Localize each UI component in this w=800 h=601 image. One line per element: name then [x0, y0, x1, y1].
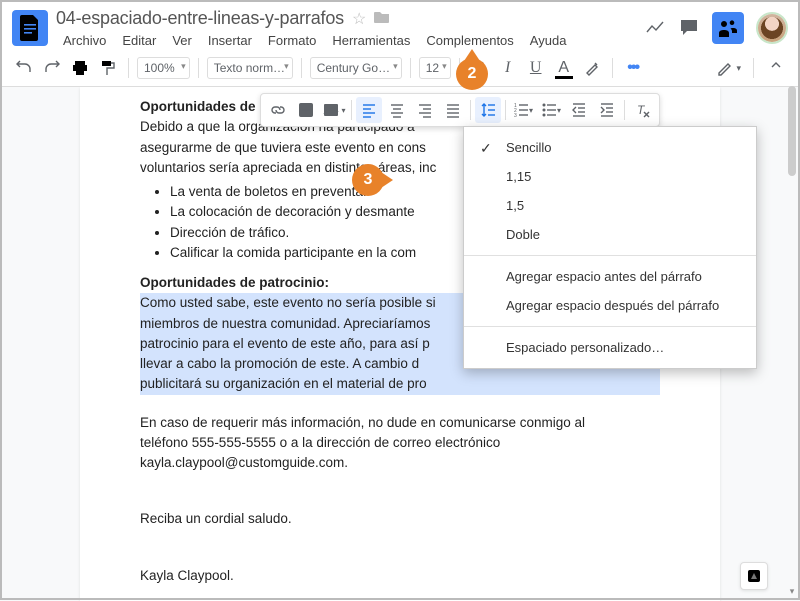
align-right-button[interactable] — [412, 97, 438, 123]
align-left-button[interactable] — [356, 97, 382, 123]
line-spacing-button[interactable] — [475, 97, 501, 123]
menu-bar: Archivo Editar Ver Insertar Formato Herr… — [56, 31, 644, 50]
insert-image-button[interactable]: ▾ — [321, 97, 347, 123]
paragraph-text: Kayla Claypool. — [140, 566, 660, 586]
comments-icon[interactable] — [678, 17, 700, 39]
spacing-option-doble[interactable]: Doble — [464, 220, 756, 249]
more-toolbar-button[interactable]: ••• — [621, 56, 645, 80]
font-size-select[interactable]: 12 — [419, 57, 451, 79]
custom-spacing[interactable]: Espaciado personalizado… — [464, 333, 756, 362]
add-space-after[interactable]: Agregar espacio después del párrafo — [464, 291, 756, 320]
menu-formato[interactable]: Formato — [261, 31, 323, 50]
paint-format-button[interactable] — [96, 56, 120, 80]
main-toolbar: 100% Texto norm… Century Go… 12 B I U A … — [0, 50, 800, 87]
svg-text:T: T — [637, 103, 646, 117]
clear-formatting-button[interactable]: T — [629, 97, 655, 123]
paragraph-style-select[interactable]: Texto norm… — [207, 57, 293, 79]
underline-button[interactable]: U — [524, 56, 548, 80]
menu-insertar[interactable]: Insertar — [201, 31, 259, 50]
menu-ayuda[interactable]: Ayuda — [523, 31, 574, 50]
vertical-scrollbar[interactable]: ▴ ▾ — [786, 86, 798, 598]
text-color-button[interactable]: A — [552, 56, 576, 80]
redo-button[interactable] — [40, 56, 64, 80]
add-comment-button[interactable] — [293, 97, 319, 123]
spacing-option-115[interactable]: 1,15 — [464, 162, 756, 191]
insert-link-button[interactable] — [265, 97, 291, 123]
increase-indent-button[interactable] — [594, 97, 620, 123]
floating-format-toolbar: ▾ 123▾ ▾ T — [260, 93, 660, 127]
bulleted-list-button[interactable]: ▾ — [538, 97, 564, 123]
paragraph-text: teléfono 555-555-5555 o a la dirección d… — [140, 433, 660, 453]
decrease-indent-button[interactable] — [566, 97, 592, 123]
explore-button[interactable] — [740, 562, 768, 590]
scroll-down-icon[interactable]: ▾ — [786, 586, 798, 598]
menu-archivo[interactable]: Archivo — [56, 31, 113, 50]
callout-step-2: 2 — [456, 58, 488, 90]
numbered-list-button[interactable]: 123▾ — [510, 97, 536, 123]
menu-editar[interactable]: Editar — [115, 31, 163, 50]
paragraph-text: kayla.claypool@customguide.com. — [140, 453, 660, 473]
callout-step-3: 3 — [352, 164, 384, 196]
font-select[interactable]: Century Go… — [310, 57, 402, 79]
document-title[interactable]: 04-espaciado-entre-lineas-y-parrafos — [56, 8, 344, 29]
spacing-option-sencillo[interactable]: Sencillo — [464, 133, 756, 162]
zoom-select[interactable]: 100% — [137, 57, 190, 79]
selected-text: publicitará su organización en el materi… — [140, 374, 660, 394]
folder-icon[interactable] — [374, 10, 390, 27]
spacing-option-15[interactable]: 1,5 — [464, 191, 756, 220]
docs-logo[interactable] — [12, 10, 48, 46]
star-icon[interactable]: ☆ — [352, 9, 366, 29]
expand-toolbar-button[interactable] — [764, 56, 788, 80]
svg-text:3: 3 — [514, 113, 517, 118]
paragraph-text: En caso de requerir más información, no … — [140, 413, 660, 433]
align-center-button[interactable] — [384, 97, 410, 123]
menu-herramientas[interactable]: Herramientas — [325, 31, 417, 50]
account-avatar[interactable] — [756, 12, 788, 44]
scrollbar-thumb[interactable] — [788, 86, 796, 176]
menu-complementos[interactable]: Complementos — [419, 31, 520, 50]
align-justify-button[interactable] — [440, 97, 466, 123]
editing-mode-button[interactable]: ▾ — [714, 56, 743, 80]
activity-icon[interactable] — [644, 17, 666, 39]
share-button[interactable] — [712, 12, 744, 44]
menu-ver[interactable]: Ver — [165, 31, 199, 50]
add-space-before[interactable]: Agregar espacio antes del párrafo — [464, 262, 756, 291]
italic-button[interactable]: I — [496, 56, 520, 80]
undo-button[interactable] — [12, 56, 36, 80]
print-button[interactable] — [68, 56, 92, 80]
paragraph-text: Reciba un cordial saludo. — [140, 509, 660, 529]
line-spacing-dropdown: Sencillo 1,15 1,5 Doble Agregar espacio … — [463, 126, 757, 369]
highlight-button[interactable] — [580, 56, 604, 80]
